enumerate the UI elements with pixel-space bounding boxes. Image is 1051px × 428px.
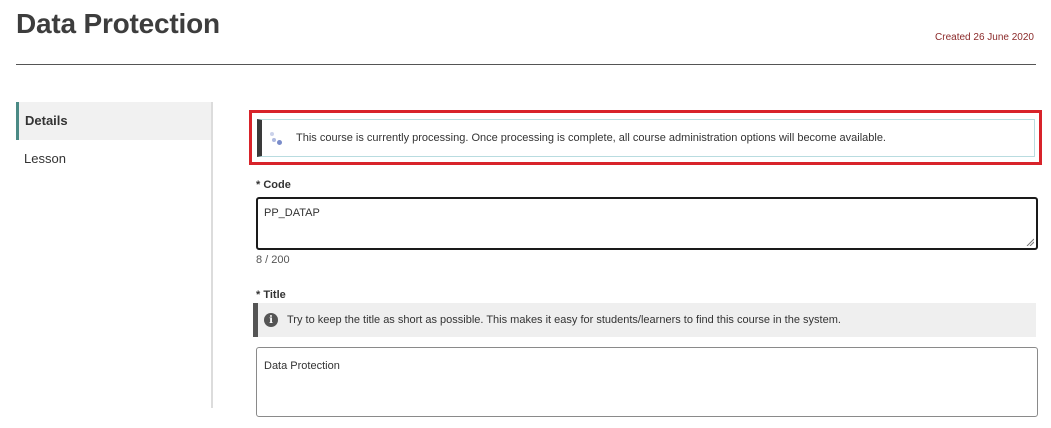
sidebar-item-lesson[interactable]: Lesson	[16, 140, 211, 178]
title-input[interactable]: Data Protection	[256, 347, 1038, 417]
code-label: * Code	[256, 179, 291, 191]
alert-message: This course is currently processing. Onc…	[296, 132, 886, 144]
title-info-text: Try to keep the title as short as possib…	[287, 314, 841, 326]
code-value: PP_DATAP	[264, 207, 320, 219]
code-input[interactable]: PP_DATAP	[256, 197, 1038, 250]
code-character-counter: 8 / 200	[256, 254, 290, 266]
loading-spinner-icon	[268, 129, 286, 147]
sidebar-item-details[interactable]: Details	[16, 102, 211, 140]
resize-handle-icon[interactable]	[1026, 238, 1034, 246]
title-info-note: i Try to keep the title as short as poss…	[253, 303, 1036, 337]
title-label: * Title	[256, 289, 286, 301]
page-title: Data Protection	[16, 8, 220, 39]
title-divider	[16, 64, 1036, 65]
title-value: Data Protection	[264, 360, 340, 372]
sidebar: Details Lesson	[16, 102, 213, 408]
created-date: Created 26 June 2020	[935, 32, 1034, 43]
info-icon: i	[264, 313, 278, 327]
processing-alert: This course is currently processing. Onc…	[257, 119, 1035, 157]
